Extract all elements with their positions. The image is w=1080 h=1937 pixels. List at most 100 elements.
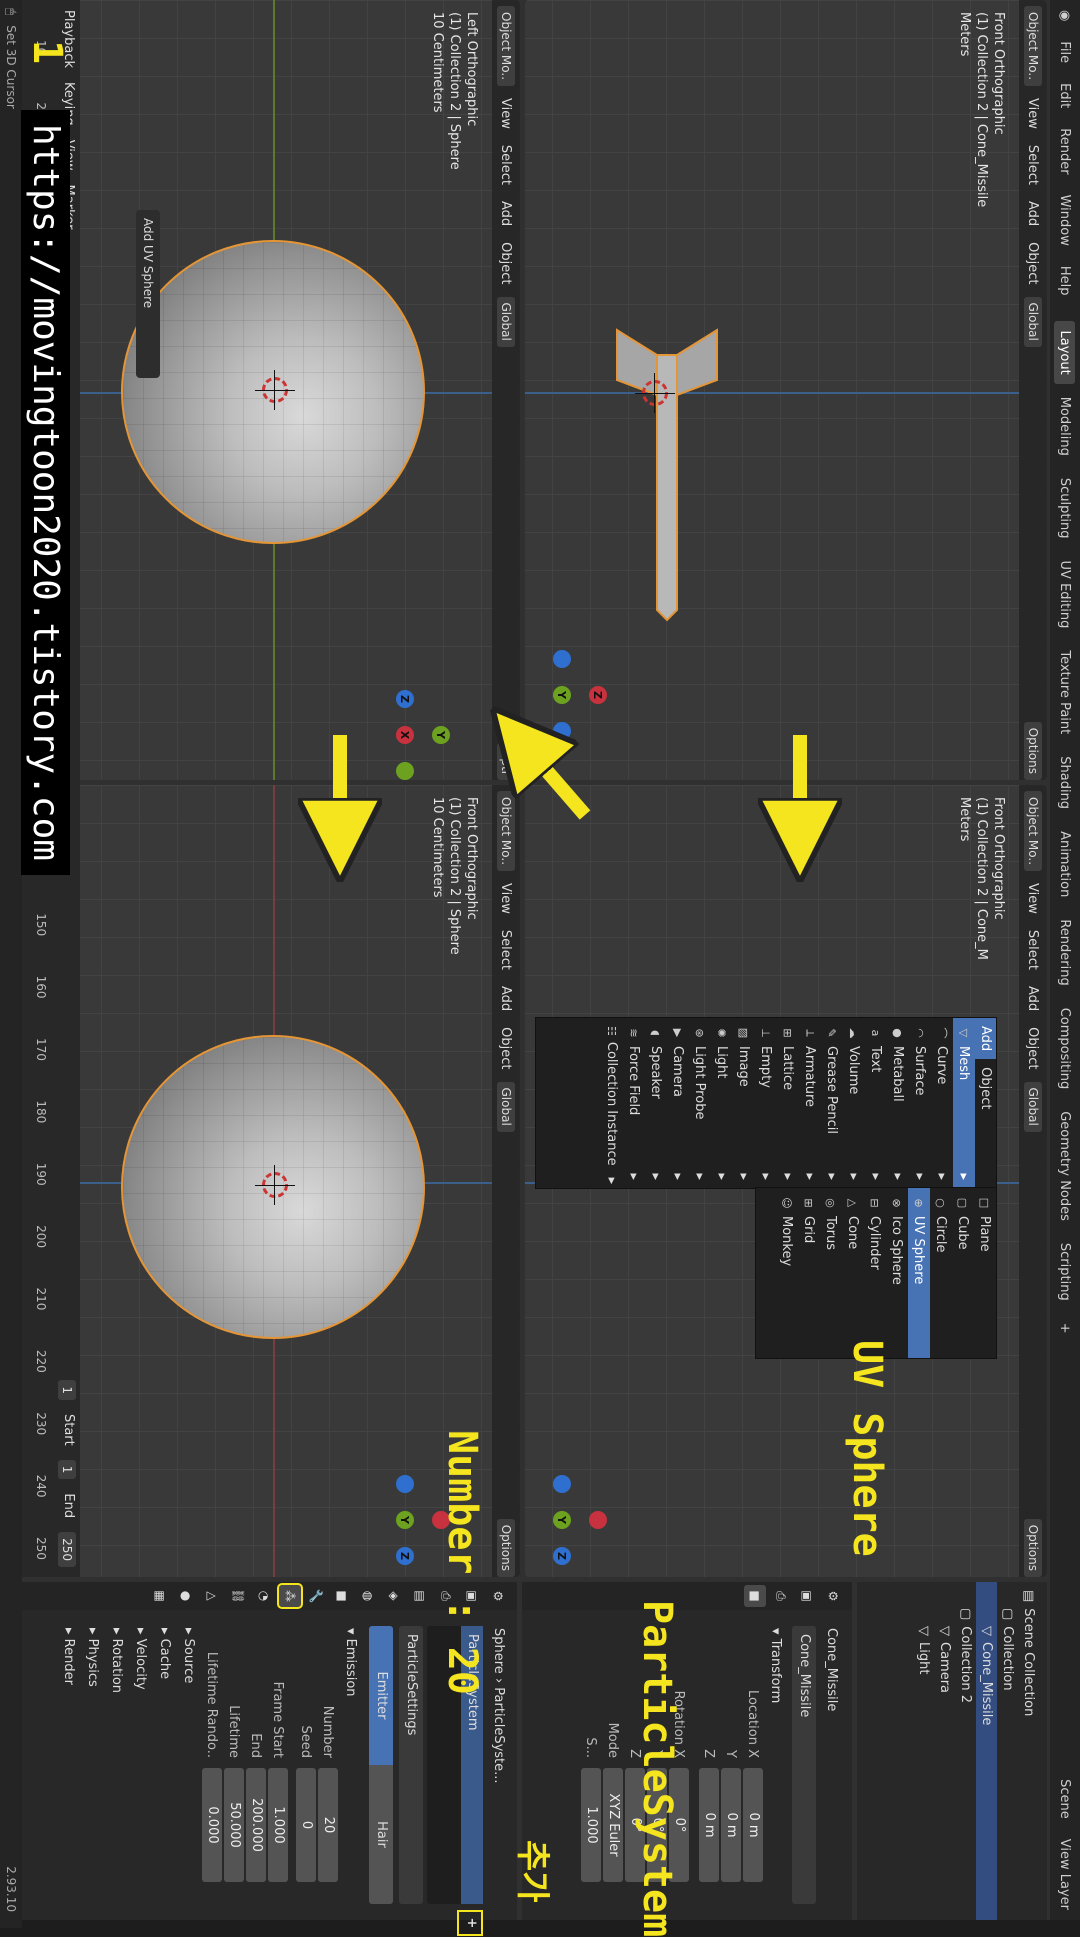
subsection-cache[interactable]: ▸ Cache [153,1618,177,1912]
tool-tab-icon[interactable]: ⚙ [822,1585,844,1607]
particles-tab-icon[interactable]: ⁂ [277,1583,303,1609]
menu-view[interactable]: View [1026,879,1041,918]
tool-tab-icon[interactable]: ⚙ [487,1585,509,1607]
outliner-row[interactable]: ▽ Light [913,1582,934,1920]
outliner-row[interactable]: ▽ Camera [934,1582,955,1920]
emitter-tab[interactable]: Emitter [369,1626,393,1765]
menu-render[interactable]: Render [1058,118,1073,184]
menu-object[interactable]: Object [499,238,514,288]
mesh-item-grid[interactable]: ⊞ Grid [798,1188,820,1358]
transform-orientation[interactable]: Global [497,296,515,347]
tab-texture-paint[interactable]: Texture Paint [1055,641,1076,743]
add-menu-item-text[interactable]: a Text ▸ [865,1018,887,1188]
world-tab-icon[interactable]: ◍ [357,1585,379,1607]
mode-selector[interactable]: Object Mo.. [497,6,515,87]
emission-section[interactable]: ▾ Emission [339,1618,363,1912]
menu-object[interactable]: Object [499,1023,514,1073]
field-value[interactable]: 0.000 [202,1768,222,1882]
add-menu-item-light-probe[interactable]: ⊛ Light Probe ▸ [689,1018,711,1188]
add-menu-item-mesh[interactable]: ▽ Mesh ▸ [953,1018,975,1188]
mesh-item-torus[interactable]: ◎ Torus [820,1188,842,1358]
blender-logo-icon[interactable]: ◉ [1058,0,1073,31]
object-name-field[interactable]: Cone_Missile [792,1626,816,1904]
mesh-item-cone[interactable]: △ Cone [842,1188,864,1358]
current-frame-field[interactable]: 1 [58,1380,76,1400]
navigation-gizmo[interactable]: Y X Z [360,690,450,780]
end-frame-field[interactable]: 250 [58,1532,76,1567]
particle-settings-field[interactable]: ParticleSettings [399,1626,423,1904]
navigation-gizmo[interactable]: Z Y [525,650,607,740]
add-menu-item-lattice[interactable]: ⊞ Lattice ▸ [777,1018,799,1188]
viewport-bottom-left[interactable]: Object Mo.. View Select Add Object Globa… [20,0,520,780]
object-tab-icon[interactable]: ■ [331,1585,353,1607]
tab-modeling[interactable]: Modeling [1055,388,1076,465]
transform-orientation[interactable]: Global [497,1081,515,1132]
tab-shading[interactable]: Shading [1055,747,1076,818]
transform-orientation[interactable]: Global [1024,1081,1042,1132]
scale-x-field[interactable]: 1.000 [581,1768,601,1882]
transform-orientation[interactable]: Global [1024,296,1042,347]
add-menu-item-image[interactable]: ▨ Image ▸ [733,1018,755,1188]
menu-view[interactable]: View [499,94,514,133]
tab-scripting[interactable]: Scripting [1055,1234,1076,1310]
menu-view[interactable]: View [499,879,514,918]
subsection-rotation[interactable]: ▸ Rotation [105,1618,129,1912]
menu-select[interactable]: Select [499,141,514,189]
add-menu-item-collection-instance[interactable]: ☷ Collection Instance ▸ [601,1018,623,1188]
object-tab-icon[interactable]: ■ [744,1585,766,1607]
scene-selector[interactable]: Scene [1058,1769,1073,1829]
add-menu-item-curve[interactable]: ⌒ Curve ▸ [931,1018,953,1188]
add-menu-item-speaker[interactable]: ◖ Speaker ▸ [645,1018,667,1188]
tab-layout[interactable]: Layout [1054,321,1076,384]
start-frame-field[interactable]: 1 [58,1459,76,1480]
data-tab-icon[interactable]: △ [201,1585,223,1607]
subsection-source[interactable]: ▸ Source [177,1618,201,1912]
field-value[interactable]: 50.000 [224,1768,244,1882]
subsection-physics[interactable]: ▸ Physics [81,1618,105,1912]
field-value[interactable]: 0 [296,1768,316,1882]
tab-rendering[interactable]: Rendering [1055,910,1076,994]
field-value[interactable]: 1.000 [268,1768,288,1882]
field-value[interactable]: 200.000 [246,1768,266,1882]
menu-add[interactable]: Add [1026,982,1041,1015]
subsection-render[interactable]: ▸ Render [57,1618,81,1912]
options-button[interactable]: Options [497,1518,515,1577]
add-menu-item-surface[interactable]: ◠ Surface ▸ [909,1018,931,1188]
render-tab-icon[interactable]: ▣ [796,1585,818,1607]
menu-select[interactable]: Select [1026,926,1041,974]
hair-tab[interactable]: Hair [369,1765,393,1904]
modifier-tab-icon[interactable]: 🔧 [305,1585,327,1607]
subsection-velocity[interactable]: ▸ Velocity [129,1618,153,1912]
transform-section[interactable]: ▾ Transform [764,1618,788,1912]
menu-select[interactable]: Select [499,926,514,974]
outliner-row[interactable]: ▢ Collection [997,1582,1018,1920]
menu-add[interactable]: Add [1026,197,1041,230]
location-y-field[interactable]: 0 m [721,1768,741,1882]
menu-object[interactable]: Object [1026,238,1041,288]
options-button[interactable]: Opti [497,742,515,780]
add-menu-item-light[interactable]: ✺ Light ▸ [711,1018,733,1188]
texture-tab-icon[interactable]: ▦ [149,1585,171,1607]
physics-tab-icon[interactable]: ◔ [253,1585,275,1607]
mesh-item-circle[interactable]: ○ Circle [930,1188,952,1358]
tab-sculpting[interactable]: Sculpting [1055,469,1076,548]
operator-panel[interactable]: Add UV Sphere [136,210,160,378]
mode-selector[interactable]: Object Mo.. [1024,6,1042,87]
outliner-row[interactable]: ▢ Collection 2 [955,1582,976,1920]
menu-window[interactable]: Window [1058,185,1073,256]
menu-add[interactable]: Add [499,982,514,1015]
mesh-item-cylinder[interactable]: ⊟ Cylinder [864,1188,886,1358]
menu-object[interactable]: Object [1026,1023,1041,1073]
tab-compositing[interactable]: Compositing [1055,999,1076,1099]
scene-tab-icon[interactable]: ◈ [383,1585,405,1607]
add-particle-system-button[interactable]: + [457,1910,483,1936]
navigation-gizmo[interactable]: Y Z [360,1475,450,1565]
navigation-gizmo[interactable]: Y Z [525,1475,607,1565]
output-tab-icon[interactable]: ⎙ [770,1585,792,1607]
menu-file[interactable]: File [1058,31,1073,73]
add-menu-item-volume[interactable]: ☁ Volume ▸ [843,1018,865,1188]
add-menu-item-empty[interactable]: ⊥ Empty ▸ [755,1018,777,1188]
mesh-item-cube[interactable]: ▢ Cube [952,1188,974,1358]
menu-edit[interactable]: Edit [1058,73,1073,118]
field-value[interactable]: 20 [318,1768,338,1882]
